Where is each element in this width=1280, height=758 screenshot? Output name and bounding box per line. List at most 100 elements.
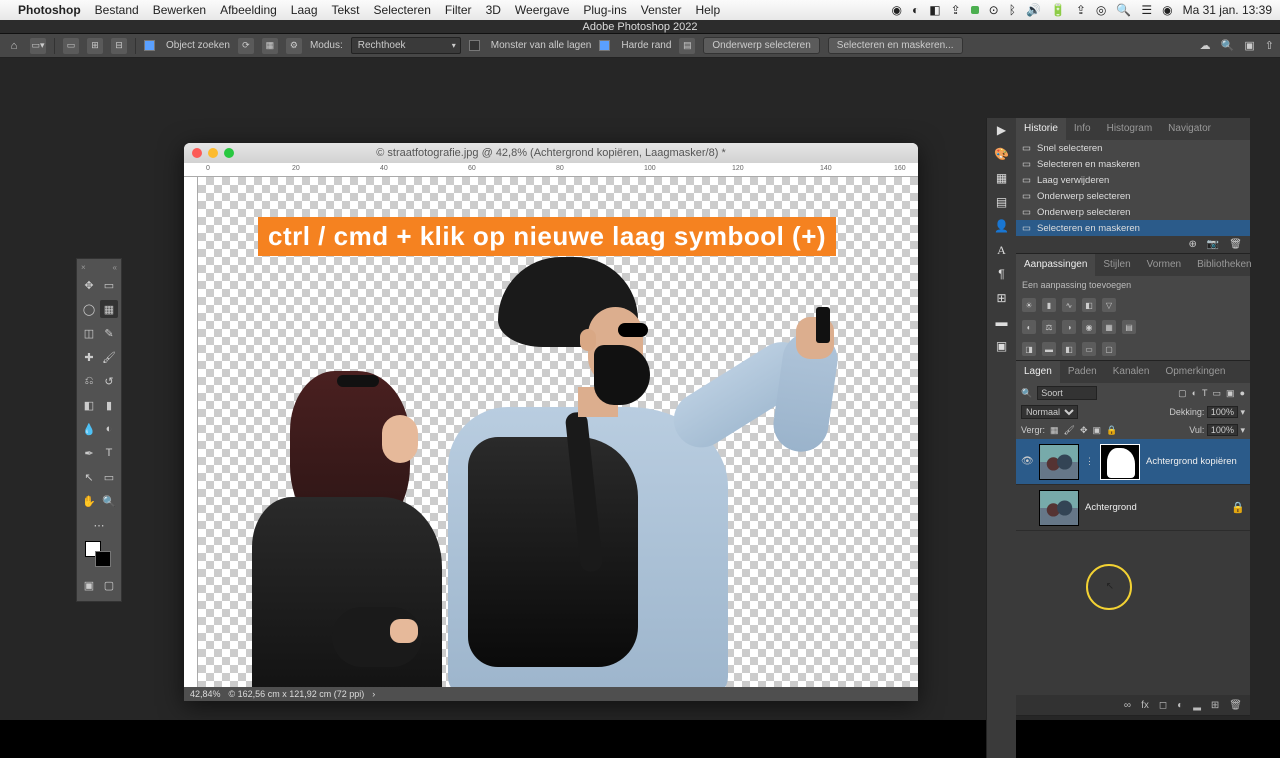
find-object-check[interactable] [144,40,155,51]
menu-file[interactable]: Bestand [95,3,139,17]
chevron-down-icon[interactable]: ▾ [1240,425,1245,435]
layer-row[interactable]: Achtergrond 🔒 [1016,485,1250,531]
battery-icon[interactable]: 🔋 [1051,3,1066,17]
tab-styles[interactable]: Stijlen [1095,254,1138,276]
layer-filter-input[interactable] [1037,386,1097,400]
libraries-icon[interactable]: ▤ [987,190,1016,214]
cloud-icon[interactable]: ☁ [1200,39,1211,52]
lock-pos-icon[interactable]: ✥ [1080,425,1088,436]
history-item[interactable]: ▭Snel selecteren [1016,140,1250,156]
canvas[interactable]: ctrl / cmd + klik op nieuwe laag symbool… [198,177,918,687]
tab-history[interactable]: Historie [1016,118,1066,140]
posterize-icon[interactable]: ▬ [1042,342,1056,356]
play-icon[interactable]: ▶ [987,118,1016,142]
menu-text[interactable]: Tekst [332,3,360,17]
app-menu[interactable]: Photoshop [18,3,81,17]
layer-name[interactable]: Achtergrond kopiëren [1146,456,1237,467]
tab-layers[interactable]: Lagen [1016,361,1060,383]
new-doc-from-state-icon[interactable]: ⊕ [1188,239,1196,250]
menu-window[interactable]: Venster [641,3,682,17]
crop-tool[interactable]: ◫ [80,324,98,342]
history-item[interactable]: ▭Laag verwijderen [1016,172,1250,188]
fx-icon[interactable]: fx [1141,700,1149,711]
layer-thumb[interactable] [1039,444,1079,480]
chevron-down-icon[interactable]: ▾ [1240,407,1245,417]
menu-filter[interactable]: Filter [445,3,472,17]
mode-dropdown[interactable]: Rechthoek [351,37,461,54]
brush-options-icon[interactable]: ▤ [679,38,695,54]
select-mask-button[interactable]: Selecteren en maskeren... [828,37,963,54]
bw-icon[interactable]: ◑ [1062,320,1076,334]
hard-edge-check[interactable] [599,40,610,51]
shape-tool[interactable]: ▭ [100,468,118,486]
vibrance-icon[interactable]: ▽ [1102,298,1116,312]
bluetooth-icon[interactable]: ᛒ [1009,3,1016,17]
new-layer-icon[interactable]: ⊞ [1211,700,1219,711]
menubar-icon[interactable]: ◐ [912,3,919,17]
heal-tool[interactable]: ✚ [80,348,98,366]
ruler-vertical[interactable] [184,177,198,687]
sub-sel-icon[interactable]: ⊟ [111,38,127,54]
tab-shapes[interactable]: Vormen [1139,254,1189,276]
history-item[interactable]: ▭Onderwerp selecteren [1016,204,1250,220]
menu-help[interactable]: Help [695,3,720,17]
ruler-horizontal[interactable]: 0 20 40 60 80 100 120 140 160 [184,163,918,177]
group-icon[interactable]: ▂ [1193,700,1201,711]
menu-view[interactable]: Weergave [515,3,569,17]
close-icon[interactable]: × [81,263,86,273]
home-icon[interactable]: ⌂ [6,38,22,54]
gradient-tool[interactable]: ▮ [100,396,118,414]
tab-navigator[interactable]: Navigator [1160,118,1219,140]
brightness-icon[interactable]: ☀ [1022,298,1036,312]
search-icon[interactable]: 🔍 [1116,3,1131,17]
hue-icon[interactable]: ◐ [1022,320,1036,334]
chevron-right-icon[interactable]: › [372,689,375,699]
lock-icon[interactable]: 🔒 [1231,501,1245,514]
refresh-icon[interactable]: ⟳ [238,38,254,54]
levels-icon[interactable]: ▮ [1042,298,1056,312]
menu-plugins[interactable]: Plug-ins [583,3,626,17]
workspace-icon[interactable]: ▣ [1244,39,1254,52]
screen-mode-tool[interactable]: ▢ [100,576,118,594]
quick-mask-tool[interactable]: ▣ [80,576,98,594]
tab-comments[interactable]: Opmerkingen [1157,361,1233,383]
layer-thumb[interactable] [1039,490,1079,526]
brush-tool[interactable]: 🖌 [100,348,118,366]
dropbox-icon[interactable]: ⇪ [951,3,961,17]
overlay-icon[interactable]: ▦ [262,38,278,54]
select-subject-button[interactable]: Onderwerp selecteren [703,37,819,54]
snapshot-icon[interactable]: 📷 [1207,239,1219,250]
visibility-icon[interactable]: 👁 [1021,456,1033,467]
menubar-icon[interactable] [971,6,979,14]
history-item[interactable]: ▭Selecteren en maskeren [1016,220,1250,236]
filter-img-icon[interactable]: ▢ [1178,388,1187,399]
opacity-input[interactable]: 100% [1207,406,1238,418]
wifi-icon[interactable]: ⇪ [1076,3,1086,17]
color-icon[interactable]: 🎨 [987,142,1016,166]
swatches-icon[interactable]: ▦ [987,166,1016,190]
move-tool[interactable]: ✥ [80,276,98,294]
menubar-icon[interactable]: ◧ [929,3,940,17]
search-icon[interactable]: 🔍 [1221,39,1235,52]
filter-adj-icon[interactable]: ◐ [1192,388,1197,398]
trash-icon[interactable]: 🗑 [1229,239,1242,250]
blur-tool[interactable]: 💧 [80,420,98,438]
layer-name[interactable]: Achtergrond [1085,502,1137,513]
fill-input[interactable]: 100% [1207,424,1238,436]
color-swatches[interactable] [83,541,115,569]
char-icon[interactable]: A [987,238,1016,262]
invert-icon[interactable]: ◨ [1022,342,1036,356]
doc-dimensions[interactable]: © 162,56 cm x 121,92 cm (72 ppi) [229,689,365,699]
tool-preset-icon[interactable]: ▭▾ [30,38,46,54]
edit-toolbar[interactable]: ⋯ [90,516,108,534]
sample-all-check[interactable] [469,40,480,51]
curves-icon[interactable]: ∿ [1062,298,1076,312]
stamp-tool[interactable]: ⎌ [80,372,98,390]
hand-tool[interactable]: ✋ [80,492,98,510]
people-icon[interactable]: 👤 [987,214,1016,238]
gradient-map-icon[interactable]: ▭ [1082,342,1096,356]
menu-3d[interactable]: 3D [486,3,501,17]
link-icon[interactable]: ⋮ [1085,456,1094,467]
menu-select[interactable]: Selecteren [374,3,431,17]
volume-icon[interactable]: 🔊 [1026,3,1041,17]
